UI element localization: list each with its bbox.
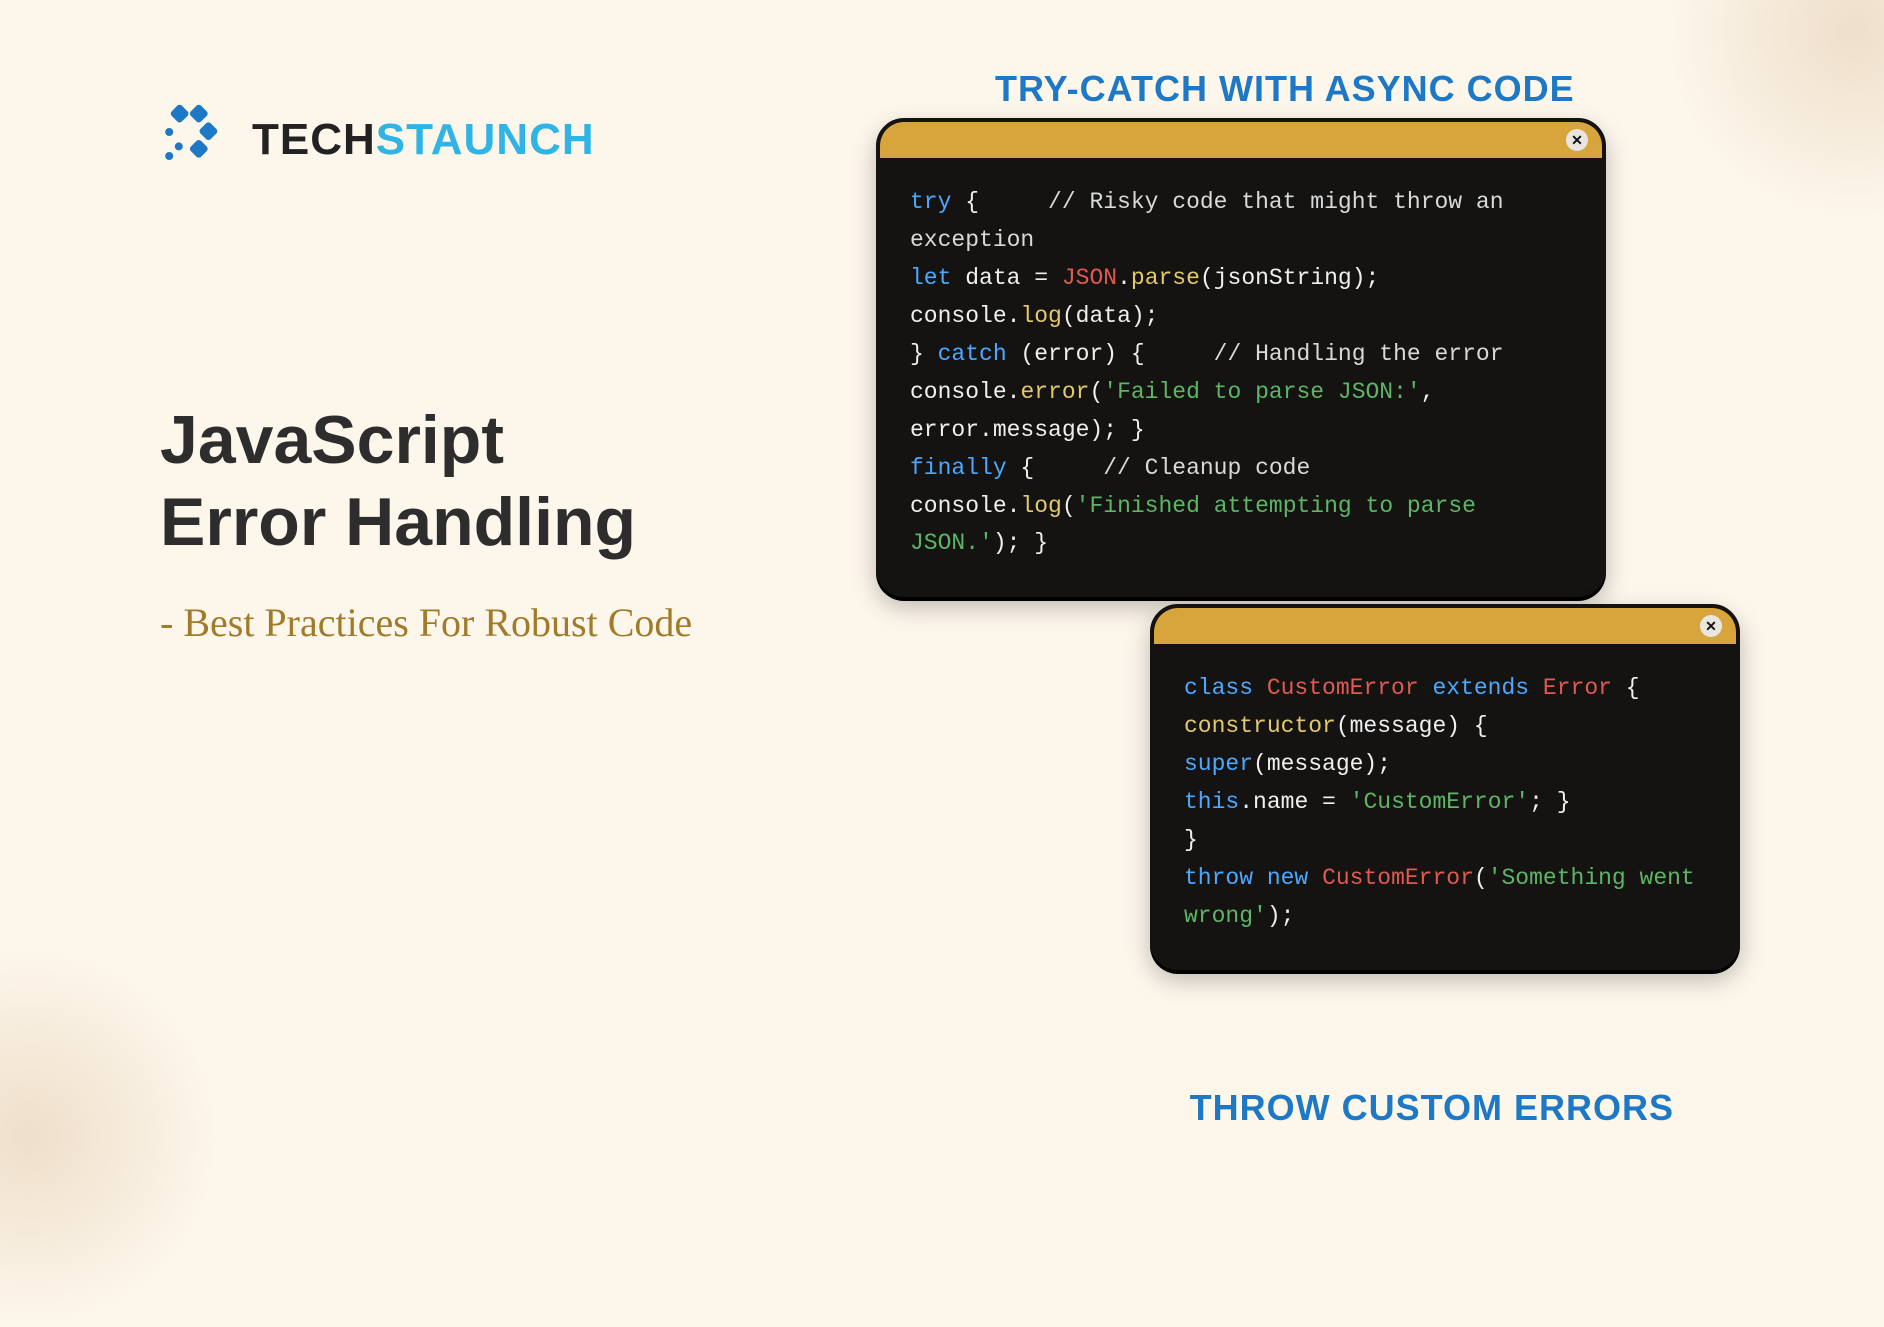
page-subtitle: - Best Practices For Robust Code (160, 599, 692, 646)
section-head-try-catch: Try-Catch With Async Code (995, 68, 1575, 110)
brand-name-part2: STAUNCH (376, 115, 595, 164)
code-block-custom-error: class CustomError extends Error { constr… (1154, 644, 1736, 966)
panel-titlebar: ✕ (880, 122, 1602, 158)
close-icon[interactable]: ✕ (1566, 129, 1588, 151)
title-line-1: JavaScript (160, 402, 504, 478)
section-head-custom-errors: Throw Custom Errors (1190, 1087, 1674, 1129)
brand-logo: TECHSTAUNCH (150, 100, 595, 180)
close-icon[interactable]: ✕ (1700, 615, 1722, 637)
code-block-try-catch: try { // Risky code that might throw an … (880, 158, 1602, 593)
page-title: JavaScript Error Handling (160, 400, 692, 563)
brand-name-part1: TECH (252, 115, 376, 164)
headline-block: JavaScript Error Handling - Best Practic… (160, 400, 692, 646)
code-panel-try-catch: ✕ try { // Risky code that might throw a… (876, 118, 1606, 597)
panel-titlebar: ✕ (1154, 608, 1736, 644)
brand-mark-icon (150, 100, 230, 180)
brand-name: TECHSTAUNCH (252, 115, 595, 165)
title-line-2: Error Handling (160, 484, 636, 560)
code-panel-custom-error: ✕ class CustomError extends Error { cons… (1150, 604, 1740, 970)
